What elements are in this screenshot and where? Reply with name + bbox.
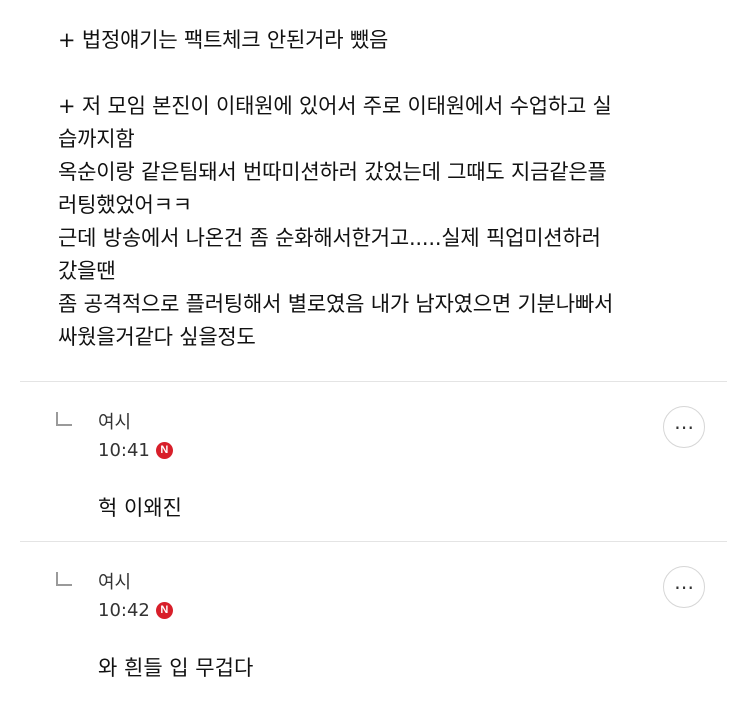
post-body: + 법정얘기는 팩트체크 안된거라 뺐음 + 저 모임 본진이 이태원에 있어서…	[58, 24, 718, 354]
reply-arrow-icon	[56, 412, 72, 426]
comment-meta: 10:41 N	[98, 440, 173, 461]
more-icon: ⋯	[674, 415, 694, 439]
post-line: 습까지함	[58, 127, 135, 151]
more-options-button[interactable]: ⋯	[663, 406, 705, 448]
post-line: + 저 모임 본진이 이태원에 있어서 주로 이태원에서 수업하고 실	[58, 94, 612, 118]
post-line: 싸웠을거같다 싶을정도	[58, 325, 256, 349]
new-badge-icon: N	[155, 602, 173, 619]
post-line: 근데 방송에서 나온건 좀 순화해서한거고.....실제 픽업미션하러	[58, 226, 601, 250]
post-line: 좀 공격적으로 플러팅해서 별로였음 내가 남자였으면 기분나빠서	[58, 292, 614, 316]
new-badge-icon: N	[155, 442, 173, 459]
comment-divider	[20, 541, 727, 542]
comment-author[interactable]: 여시	[98, 568, 131, 594]
comment-text: 헉 이왜진	[98, 496, 182, 520]
comment-author[interactable]: 여시	[98, 408, 131, 434]
comment-text: 와 흰들 입 무겁다	[98, 656, 254, 680]
post-line: 갔을땐	[58, 259, 116, 283]
comment-time: 10:42	[98, 600, 150, 621]
comment-divider	[20, 381, 727, 382]
post-line: 러팅했었어ㅋㅋ	[58, 193, 192, 217]
more-options-button[interactable]: ⋯	[663, 566, 705, 608]
comment-time: 10:41	[98, 440, 150, 461]
comment-meta: 10:42 N	[98, 600, 173, 621]
post-line: 옥순이랑 같은팀돼서 번따미션하러 갔었는데 그때도 지금같은플	[58, 160, 607, 184]
reply-arrow-icon	[56, 572, 72, 586]
more-icon: ⋯	[674, 575, 694, 599]
post-line: + 법정얘기는 팩트체크 안된거라 뺐음	[58, 28, 389, 52]
